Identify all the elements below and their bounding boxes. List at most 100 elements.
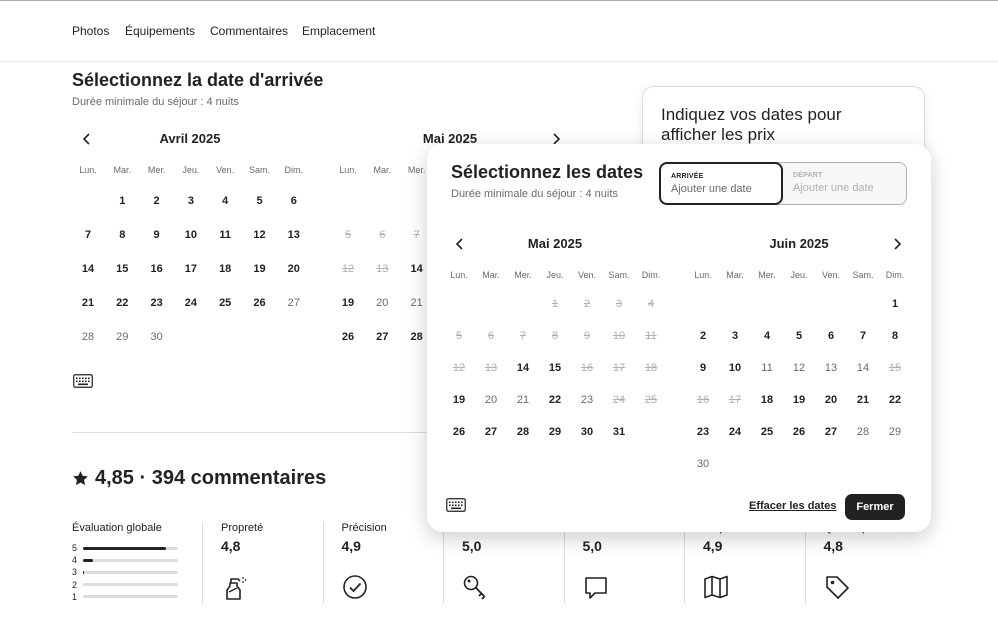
calendar-day[interactable]: 2 [686, 321, 720, 351]
calendar-day[interactable]: 22 [878, 385, 912, 415]
calendar-day[interactable]: 16 [140, 254, 174, 284]
calendar-day[interactable]: 27 [277, 288, 311, 318]
calendar-day[interactable]: 14 [846, 353, 880, 383]
weekday-label: Sam. [608, 270, 630, 280]
modal-prev-month-button[interactable] [448, 232, 472, 256]
calendar-day[interactable]: 27 [474, 417, 508, 447]
calendar-day[interactable]: 3 [718, 321, 752, 351]
calendar-day[interactable]: 21 [71, 288, 105, 318]
calendar-day[interactable]: 23 [686, 417, 720, 447]
calendar-day[interactable]: 14 [506, 353, 540, 383]
calendar-day[interactable]: 11 [208, 220, 242, 250]
calendar-day[interactable]: 26 [442, 417, 476, 447]
modal-next-month-button[interactable] [885, 232, 909, 256]
calendar-day[interactable]: 20 [474, 385, 508, 415]
clear-dates-link[interactable]: Effacer les dates [749, 500, 836, 512]
calendar-day[interactable]: 22 [538, 385, 572, 415]
calendar-day[interactable]: 7 [846, 321, 880, 351]
calendar-day: 6 [379, 229, 386, 241]
calendar-day[interactable]: 20 [365, 288, 399, 318]
calendar-day[interactable]: 4 [208, 186, 242, 216]
calendar-day[interactable]: 25 [208, 288, 242, 318]
calendar-day[interactable]: 12 [243, 220, 277, 250]
calendar-day[interactable]: 19 [442, 385, 476, 415]
map-icon [704, 575, 728, 599]
prev-month-button[interactable] [75, 127, 99, 151]
calendar-day[interactable]: 9 [140, 220, 174, 250]
rating-bar-fill [83, 558, 94, 562]
modal-title: Sélectionnez les dates [451, 162, 644, 182]
calendar-day[interactable]: 8 [105, 220, 139, 250]
calendar-day[interactable]: 28 [506, 417, 540, 447]
calendar-day[interactable]: 13 [277, 220, 311, 250]
calendar-day[interactable]: 30 [570, 417, 604, 447]
calendar-day[interactable]: 5 [243, 186, 277, 216]
calendar-day[interactable]: 28 [71, 322, 105, 352]
calendar-day[interactable]: 18 [208, 254, 242, 284]
rating-bar-track [83, 570, 178, 574]
calendar-day[interactable]: 23 [140, 288, 174, 318]
calendar-day[interactable]: 4 [750, 321, 784, 351]
calendar-day[interactable]: 15 [105, 254, 139, 284]
calendar-day[interactable]: 13 [814, 353, 848, 383]
calendar-day[interactable]: 29 [105, 322, 139, 352]
calendar-day[interactable]: 25 [750, 417, 784, 447]
departure-field[interactable]: DÉPART Ajouter une date [783, 163, 907, 206]
calendar-day[interactable]: 6 [814, 321, 848, 351]
reviews-summary-text: 4,85 · 394 commentaires [95, 467, 327, 489]
calendar-day[interactable]: 6 [277, 186, 311, 216]
calendar-day[interactable]: 19 [782, 385, 816, 415]
calendar-day[interactable]: 29 [538, 417, 572, 447]
calendar-day[interactable]: 11 [750, 353, 784, 383]
calendar-day[interactable]: 7 [71, 220, 105, 250]
calendar-day[interactable]: 5 [782, 321, 816, 351]
calendar-day[interactable]: 18 [750, 385, 784, 415]
calendar-day[interactable]: 21 [846, 385, 880, 415]
rating-bar-track [83, 558, 178, 562]
calendar-day[interactable]: 8 [878, 321, 912, 351]
keyboard-icon[interactable] [73, 374, 93, 388]
calendar-day[interactable]: 10 [174, 220, 208, 250]
calendar-day[interactable]: 30 [140, 322, 174, 352]
date-picker-modal: Sélectionnez les dates Durée minimale du… [427, 144, 931, 532]
calendar-day[interactable]: 20 [277, 254, 311, 284]
calendar-day[interactable]: 10 [718, 353, 752, 383]
calendar-day[interactable]: 29 [878, 417, 912, 447]
calendar-day: 25 [644, 394, 658, 406]
calendar-day[interactable]: 27 [365, 322, 399, 352]
calendar-day[interactable]: 14 [71, 254, 105, 284]
section-nav: Photos Équipements Commentaires Emplacem… [0, 1, 998, 62]
calendar-day[interactable]: 3 [174, 186, 208, 216]
calendar-day[interactable]: 12 [782, 353, 816, 383]
close-button[interactable]: Fermer [845, 494, 905, 520]
calendar-day[interactable]: 19 [331, 288, 365, 318]
nav-commentaires[interactable]: Commentaires [210, 24, 288, 38]
calendar-day[interactable]: 1 [105, 186, 139, 216]
calendar-day[interactable]: 22 [105, 288, 139, 318]
nav-photos[interactable]: Photos [72, 24, 109, 38]
calendar-day: 9 [583, 330, 591, 342]
calendar-day[interactable]: 15 [538, 353, 572, 383]
calendar-day[interactable]: 24 [174, 288, 208, 318]
calendar-day[interactable]: 20 [814, 385, 848, 415]
calendar-day[interactable]: 26 [782, 417, 816, 447]
calendar-day[interactable]: 19 [243, 254, 277, 284]
calendar-day[interactable]: 28 [846, 417, 880, 447]
arrival-field[interactable]: ARRIVÉE Ajouter une date [659, 162, 783, 205]
calendar-day[interactable]: 26 [243, 288, 277, 318]
calendar-day[interactable]: 24 [718, 417, 752, 447]
calendar-day[interactable]: 1 [878, 289, 912, 319]
calendar-day[interactable]: 9 [686, 353, 720, 383]
calendar-day[interactable]: 23 [570, 385, 604, 415]
nav-equipements[interactable]: Équipements [125, 24, 195, 38]
calendar-day[interactable]: 17 [174, 254, 208, 284]
calendar-day[interactable]: 26 [331, 322, 365, 352]
calendar-day[interactable]: 31 [602, 417, 636, 447]
calendar-day[interactable]: 30 [686, 449, 720, 479]
weekday-label: Mer. [147, 165, 166, 175]
modal-keyboard-icon[interactable] [446, 498, 466, 512]
calendar-day[interactable]: 2 [140, 186, 174, 216]
calendar-day[interactable]: 21 [506, 385, 540, 415]
nav-emplacement[interactable]: Emplacement [302, 24, 375, 38]
calendar-day[interactable]: 27 [814, 417, 848, 447]
